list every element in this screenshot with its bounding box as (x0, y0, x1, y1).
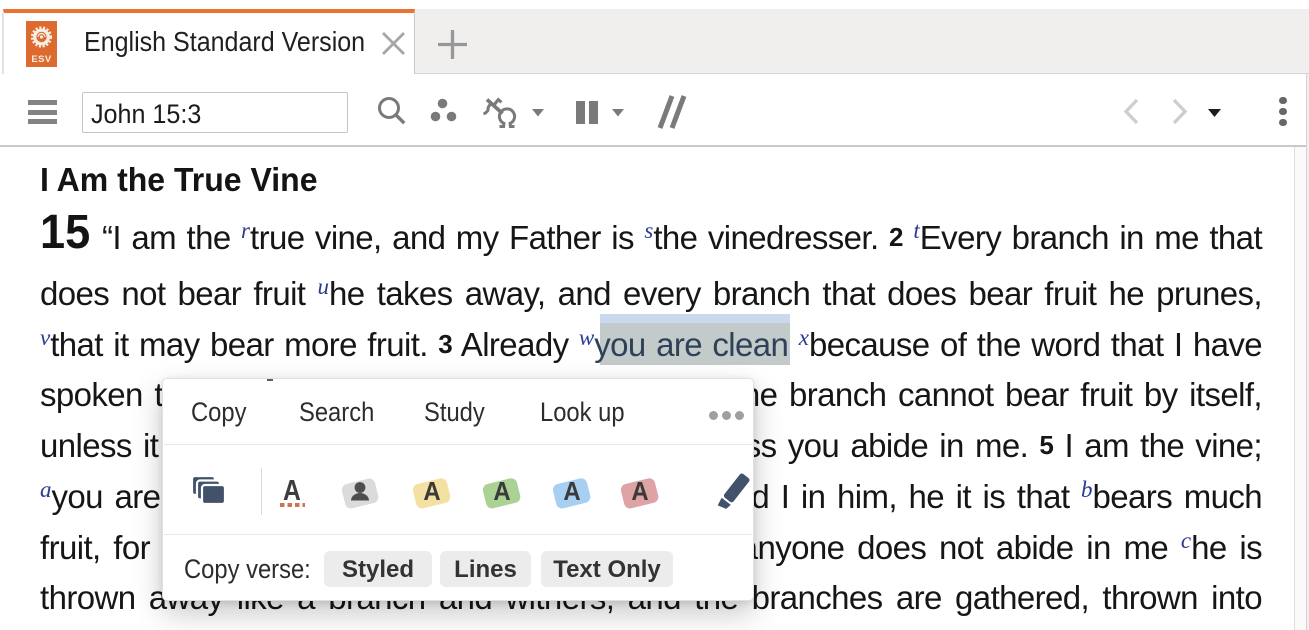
svg-text:A: A (563, 477, 580, 506)
svg-text:A: A (493, 477, 510, 506)
svg-text:A: A (423, 477, 440, 506)
svg-text:A: A (631, 477, 648, 506)
